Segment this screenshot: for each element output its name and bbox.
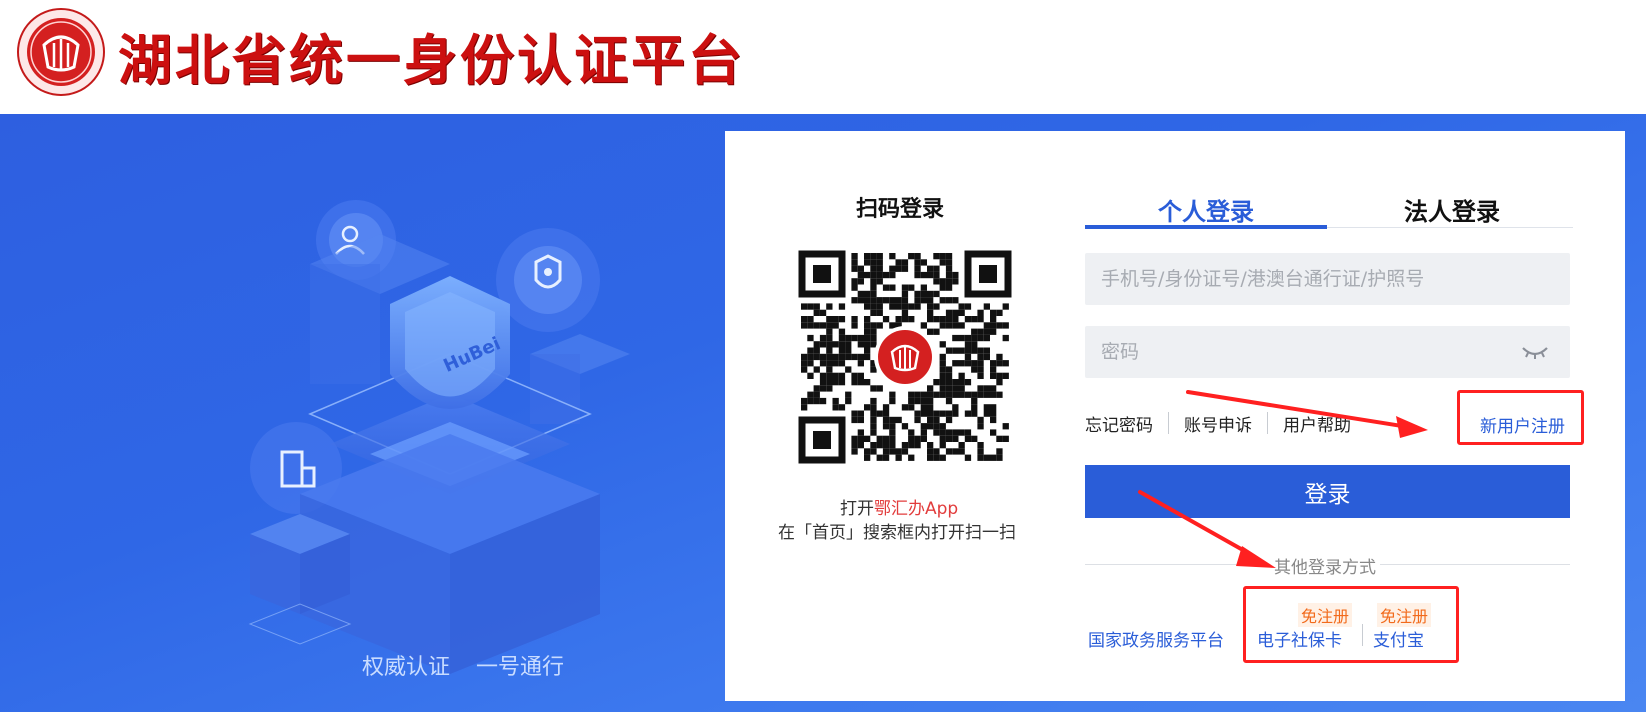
slogan-right: 一号通行 [476, 655, 565, 680]
tab-legal-login[interactable]: 法人登录 [1404, 192, 1500, 227]
link-separator [1362, 624, 1363, 646]
forgot-password-link[interactable]: 忘记密码 [1085, 411, 1153, 436]
qr-hint-prefix: 打开 [840, 499, 874, 519]
qr-code[interactable] [798, 250, 1012, 464]
tab-personal-login[interactable]: 个人登录 [1158, 192, 1254, 227]
alipay-link[interactable]: 支付宝 [1373, 626, 1424, 651]
account-field [1085, 253, 1570, 305]
login-button[interactable]: 登录 [1085, 465, 1570, 518]
account-links: 忘记密码 账号申诉 用户帮助 [1085, 410, 1351, 436]
qr-login-title: 扫码登录 [856, 197, 945, 222]
eye-closed-icon[interactable] [1520, 342, 1550, 362]
link-separator [1168, 412, 1169, 434]
e-social-card-link[interactable]: 电子社保卡 [1257, 626, 1342, 651]
password-field [1085, 326, 1570, 378]
slogan: 权威认证 一号通行 [362, 649, 590, 681]
password-input[interactable] [1085, 326, 1570, 378]
no-register-badge: 免注册 [1298, 603, 1353, 627]
user-help-link[interactable]: 用户帮助 [1283, 411, 1351, 436]
slogan-left: 权威认证 [362, 655, 451, 680]
no-register-badge: 免注册 [1377, 603, 1432, 627]
qr-hint-line2: 在「首页」搜索框内打开扫一扫 [778, 523, 1016, 543]
tab-active-indicator [1085, 225, 1327, 229]
link-separator [1267, 412, 1268, 434]
security-illustration: HuBei [248, 200, 630, 674]
other-login-label: 其他登录方式 [1270, 553, 1380, 578]
site-title: 湖北省统一身份认证平台 [118, 28, 745, 92]
qr-hint-app: 鄂汇办App [874, 499, 959, 519]
account-input[interactable] [1085, 253, 1570, 305]
new-user-register-link[interactable]: 新用户注册 [1480, 412, 1565, 437]
national-gov-platform-link[interactable]: 国家政务服务平台 [1088, 626, 1224, 651]
qr-hint-line1: 打开鄂汇办App [840, 494, 958, 519]
emblem-logo-icon [17, 8, 105, 96]
account-appeal-link[interactable]: 账号申诉 [1184, 411, 1252, 436]
page-header: 湖北省统一身份认证平台 [0, 0, 1646, 114]
